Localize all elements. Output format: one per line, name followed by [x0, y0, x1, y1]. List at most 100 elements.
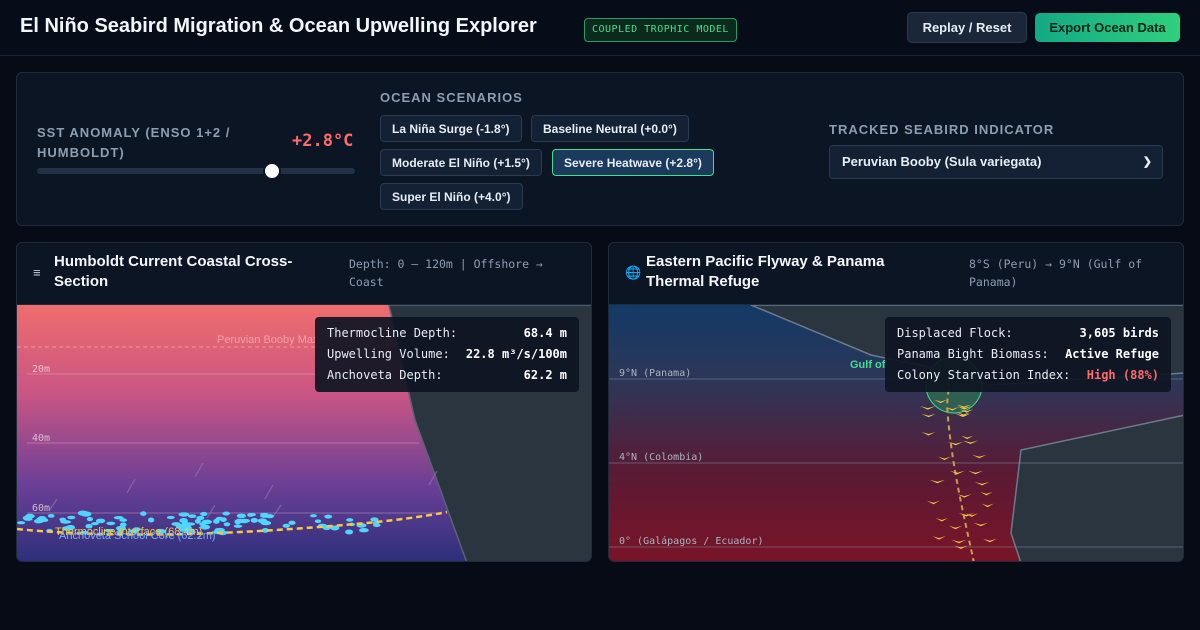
anchoveta-fish [196, 515, 205, 521]
anchoveta-fish [106, 521, 116, 526]
lat-label-0: 0° (Galápagos / Ecuador) [619, 535, 764, 547]
anchoveta-fish [324, 514, 333, 519]
anchoveta-fish [234, 519, 241, 525]
anchoveta-fish [91, 522, 99, 526]
flyway-panel: 🌐 Eastern Pacific Flyway & Panama Therma… [608, 242, 1184, 562]
anchoveta-fish [22, 516, 30, 520]
anchoveta-fish [201, 519, 212, 525]
scenario-moderate-el-nino-button[interactable]: Moderate El Niño (+1.5°) [380, 149, 542, 176]
stat-row: Colony Starvation Index: High (88%) [897, 365, 1159, 386]
app-header: El Niño Seabird Migration & Ocean Upwell… [0, 0, 1200, 56]
anchoveta-fish [119, 518, 127, 522]
stat-row: Upwelling Volume: 22.8 m³/s/100m [327, 344, 567, 365]
stat-value: High (88%) [1086, 368, 1159, 382]
anchoveta-fish [140, 511, 147, 516]
anchoveta-fish [147, 517, 155, 523]
flyway-title: Eastern Pacific Flyway & Panama Thermal … [646, 253, 885, 290]
anchoveta-fish [314, 519, 322, 523]
anchoveta-fish [215, 516, 224, 521]
anchoveta-fish [17, 521, 26, 525]
scenario-super-el-nino-button[interactable]: Super El Niño (+4.0°) [380, 183, 523, 210]
anchoveta-fish [359, 528, 369, 533]
anchoveta-fish [250, 517, 258, 523]
flyway-stats: Displaced Flock: 3,605 birds Panama Bigh… [885, 317, 1171, 392]
stat-row: Anchoveta Depth: 62.2 m [327, 365, 567, 386]
anchoveta-fish [346, 518, 354, 522]
scenario-severe-heatwave-button[interactable]: Severe Heatwave (+2.8°) [552, 149, 714, 176]
seabird-indicator-select[interactable]: Peruvian Booby (Sula variegata) ❯ [829, 145, 1163, 179]
globe-icon: 🌐 [625, 265, 642, 280]
stat-value: 22.8 m³/s/100m [465, 347, 567, 361]
stat-value: 3,605 birds [1079, 326, 1159, 340]
cross-section-viz[interactable]: Peruvian Booby Max 20m 40m 60m Thermocli… [17, 305, 591, 561]
cross-section-panel: ≡ Humboldt Current Coastal Cross-Section… [16, 242, 592, 562]
anchoveta-fish [247, 513, 254, 517]
layers-icon: ≡ [33, 265, 41, 280]
export-data-button[interactable]: Export Ocean Data [1035, 13, 1180, 42]
stat-label: Anchoveta Depth: [327, 368, 443, 382]
anchoveta-fish [200, 511, 208, 517]
anchoveta-fish [37, 516, 47, 521]
anchoveta-fish [188, 514, 197, 518]
booby-max-dive-label: Peruvian Booby Max [217, 334, 319, 346]
anchoveta-fish [288, 520, 296, 525]
scenario-la-nina-button[interactable]: La Niña Surge (-1.8°) [380, 115, 522, 142]
flyway-map[interactable]: 9°N (Panama) 4°N (Colombia) 0° (Galápago… [609, 305, 1183, 561]
sst-anomaly-value: +2.8°C [292, 131, 354, 151]
anchoveta-fish [345, 529, 354, 535]
cross-section-stats: Thermocline Depth: 68.4 m Upwelling Volu… [315, 317, 579, 392]
chevron-down-icon: ❯ [1142, 156, 1152, 168]
flyway-header: 🌐 Eastern Pacific Flyway & Panama Therma… [609, 243, 1183, 305]
stat-value: 62.2 m [523, 368, 567, 382]
stat-label: Displaced Flock: [897, 326, 1013, 340]
stat-label: Upwelling Volume: [327, 347, 450, 361]
app-title: El Niño Seabird Migration & Ocean Upwell… [20, 15, 537, 37]
flyway-meta: 8°S (Peru) → 9°N (Gulf of Panama) [969, 257, 1143, 289]
replay-reset-button[interactable]: Replay / Reset [907, 12, 1027, 43]
anchoveta-fish [178, 512, 190, 517]
model-badge: COUPLED TROPHIC MODEL [584, 18, 737, 42]
depth-label-20m: 20m [32, 364, 50, 375]
anchoveta-fish [310, 514, 317, 518]
lat-label-4n: 4°N (Colombia) [619, 452, 703, 463]
anchoveta-fish [260, 514, 270, 518]
stat-row: Thermocline Depth: 68.4 m [327, 323, 567, 344]
stat-label: Thermocline Depth: [327, 326, 458, 340]
stat-row: Panama Bight Biomass: Active Refuge [897, 344, 1159, 365]
anchoveta-fish [47, 514, 55, 518]
anchoveta-fish [179, 518, 188, 523]
stat-value: Active Refuge [1065, 347, 1159, 361]
anchoveta-fish [86, 516, 93, 522]
stat-row: Displaced Flock: 3,605 birds [897, 323, 1159, 344]
sst-anomaly-label: SST ANOMALY (ENSO 1+2 / HUMBOLDT) [37, 125, 231, 160]
anchoveta-fish [59, 517, 66, 522]
cross-section-header: ≡ Humboldt Current Coastal Cross-Section… [17, 243, 591, 305]
anchoveta-fish [77, 510, 88, 516]
cross-section-title: Humboldt Current Coastal Cross-Section [54, 253, 293, 290]
anchoveta-fish [236, 513, 247, 519]
anchoveta-fish [222, 511, 230, 516]
anchoveta-fish [282, 523, 290, 528]
anchoveta-fish [67, 515, 76, 520]
sst-slider-thumb[interactable] [263, 162, 281, 180]
gulf-label: Gulf of [850, 359, 886, 371]
control-panel: SST ANOMALY (ENSO 1+2 / HUMBOLDT) +2.8°C… [16, 72, 1184, 226]
depth-label-40m: 40m [32, 433, 50, 444]
seabird-indicator-value: Peruvian Booby (Sula variegata) [842, 154, 1042, 169]
anchoveta-fish [257, 518, 268, 524]
anchoveta-label: Anchoveta School Core (62.2m) [59, 530, 216, 542]
stat-label: Panama Bight Biomass: [897, 347, 1049, 361]
sst-slider-track[interactable] [37, 168, 355, 174]
stat-label: Colony Starvation Index: [897, 368, 1071, 382]
anchoveta-fish [223, 522, 231, 527]
cross-section-meta: Depth: 0 – 120m | Offshore → Coast [349, 257, 543, 289]
scenarios-title: OCEAN SCENARIOS [380, 90, 523, 105]
indicator-title: TRACKED SEABIRD INDICATOR [829, 122, 1055, 137]
lat-label-9n: 9°N (Panama) [619, 368, 691, 379]
anchoveta-fish [373, 523, 381, 528]
anchoveta-fish [233, 524, 243, 528]
anchoveta-fish [243, 519, 250, 523]
scenario-baseline-button[interactable]: Baseline Neutral (+0.0°) [531, 115, 689, 142]
stat-value: 68.4 m [523, 326, 567, 340]
depth-label-60m: 60m [32, 503, 50, 514]
